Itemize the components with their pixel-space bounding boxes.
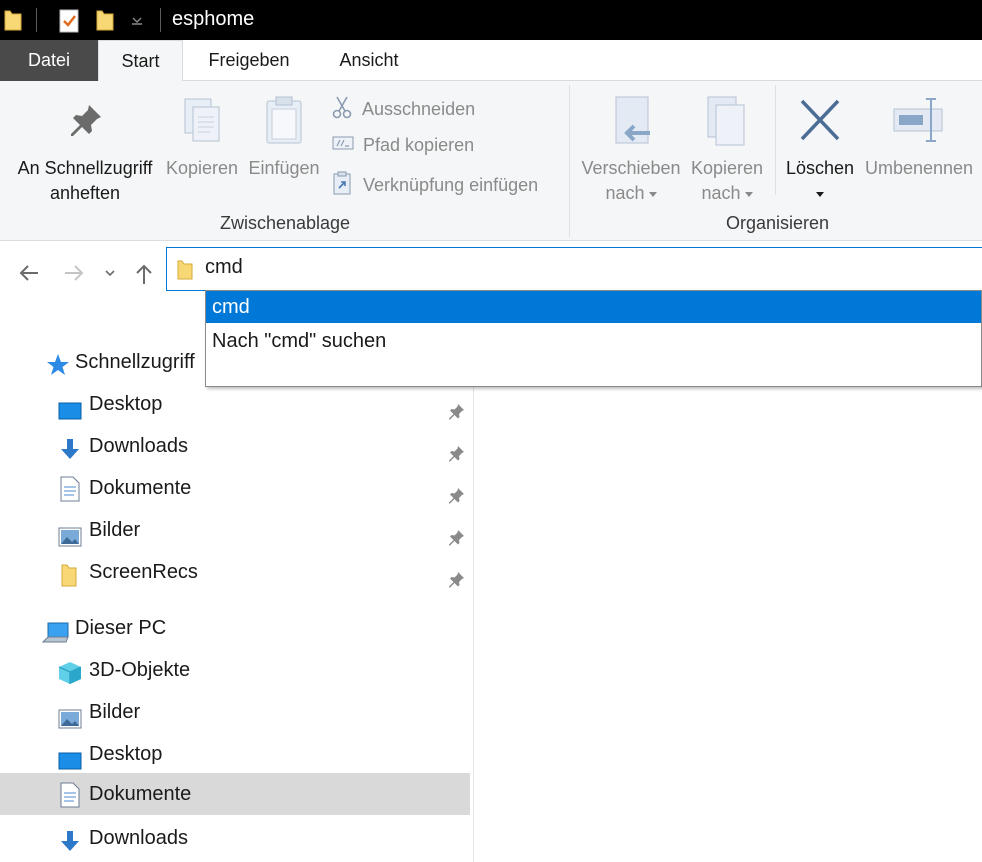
copy-path-button[interactable]: Pfad kopieren — [332, 133, 474, 158]
suggestion-item[interactable]: cmd — [206, 291, 981, 323]
pin-icon[interactable] — [446, 563, 466, 605]
tab-freigeben[interactable]: Freigeben — [183, 40, 315, 81]
pin-to-quick-access-button[interactable]: An Schnellzugriff anheften — [10, 101, 160, 206]
cut-label: Ausschneiden — [362, 98, 476, 119]
chevron-down-icon — [744, 191, 753, 197]
properties-icon[interactable] — [58, 9, 80, 38]
delete-x-icon — [780, 95, 860, 156]
address-suggestions-dropdown: cmd Nach "cmd" suchen — [205, 290, 982, 387]
pin-label-line2: anheften — [49, 183, 121, 203]
paste-shortcut-icon — [332, 171, 358, 201]
tree-item-label: Bilder — [89, 701, 141, 723]
recent-locations-chevron-icon[interactable] — [104, 262, 116, 291]
folder-icon — [61, 560, 77, 602]
tree-item-screenrecs[interactable]: ScreenRecs — [0, 551, 474, 593]
paste-button[interactable]: Einfügen — [244, 95, 324, 181]
ribbon-tabs: Datei Start Freigeben Ansicht — [0, 40, 982, 82]
paste-shortcut-label: Verknüpfung einfügen — [363, 174, 539, 195]
tree-item-label: Downloads — [89, 827, 188, 849]
tree-item-label: Dieser PC — [75, 617, 167, 639]
paste-label: Einfügen — [248, 158, 320, 178]
folder-icon — [4, 9, 22, 36]
tree-item-3d-objects[interactable]: 3D-Objekte — [0, 649, 474, 691]
window-title: esphome — [172, 8, 255, 30]
group-separator — [569, 85, 570, 237]
copy-icon — [160, 95, 244, 156]
tree-item-documents-pc[interactable]: Dokumente — [0, 773, 470, 815]
copy-label: Kopieren — [165, 158, 239, 178]
clipboard-icon — [244, 95, 324, 156]
copy-to-label-line2: nach — [701, 183, 741, 203]
move-to-icon — [576, 95, 686, 156]
copy-path-icon — [332, 134, 358, 158]
clipboard-group-label: Zwischenablage — [219, 213, 351, 233]
back-arrow-icon[interactable] — [18, 262, 40, 291]
tree-item-label: Downloads — [89, 435, 188, 457]
tree-item-desktop[interactable]: Desktop — [0, 383, 474, 425]
new-folder-icon[interactable] — [96, 9, 114, 36]
cut-button[interactable]: Ausschneiden — [332, 95, 475, 125]
chevron-down-icon — [816, 191, 824, 197]
title-bar: esphome — [0, 0, 982, 40]
quick-access-toolbar-chevron-icon[interactable] — [130, 14, 144, 33]
tab-datei[interactable]: Datei — [0, 40, 98, 81]
tree-item-this-pc[interactable]: Dieser PC — [0, 607, 474, 649]
tree-item-downloads-pc[interactable]: Downloads — [0, 817, 474, 859]
copy-to-icon — [686, 95, 768, 156]
forward-arrow-icon[interactable] — [63, 262, 85, 291]
move-to-label-line2: nach — [605, 183, 645, 203]
tree-item-label: Schnellzugriff — [75, 351, 195, 373]
tree-item-pictures[interactable]: Bilder — [0, 509, 474, 551]
tab-start[interactable]: Start — [98, 40, 183, 82]
copy-to-button[interactable]: Kopieren nach — [686, 95, 768, 206]
tree-item-label: Bilder — [89, 519, 141, 541]
tab-ansicht[interactable]: Ansicht — [315, 40, 423, 81]
navigation-pane: Schnellzugriff Desktop Downloads Dokumen… — [0, 312, 474, 862]
group-separator — [775, 85, 776, 195]
delete-label: Löschen — [785, 158, 855, 178]
paste-shortcut-button[interactable]: Verknüpfung einfügen — [332, 171, 538, 201]
tree-item-label: Desktop — [89, 743, 163, 765]
organize-group-label: Organisieren — [725, 213, 830, 233]
copy-path-label: Pfad kopieren — [363, 135, 475, 155]
tree-item-documents[interactable]: Dokumente — [0, 467, 474, 509]
copy-button[interactable]: Kopieren — [160, 95, 244, 181]
move-to-button[interactable]: Verschieben nach — [576, 95, 686, 206]
tree-item-label: Dokumente — [89, 783, 192, 805]
rename-label: Umbenennen — [864, 158, 974, 178]
address-input[interactable] — [205, 256, 905, 279]
folder-icon — [177, 260, 193, 285]
ribbon: An Schnellzugriff anheften Kopieren Einf… — [0, 81, 982, 241]
tree-item-label: 3D-Objekte — [89, 659, 191, 681]
address-bar[interactable] — [166, 247, 982, 291]
move-to-label-line1: Verschieben — [581, 158, 681, 178]
tree-item-label: Desktop — [89, 393, 163, 415]
tree-item-desktop-pc[interactable]: Desktop — [0, 733, 474, 775]
copy-to-label-line1: Kopieren — [690, 158, 764, 178]
rename-icon — [860, 95, 978, 156]
delete-button[interactable]: Löschen — [780, 95, 860, 206]
tree-item-downloads[interactable]: Downloads — [0, 425, 474, 467]
file-list-pane[interactable] — [475, 312, 982, 862]
rename-button[interactable]: Umbenennen — [860, 95, 978, 181]
suggestion-item[interactable]: Nach "cmd" suchen — [206, 325, 981, 357]
pin-icon — [10, 101, 160, 156]
tree-item-pictures-pc[interactable]: Bilder — [0, 691, 474, 733]
pin-label-line1: An Schnellzugriff — [17, 158, 153, 178]
download-arrow-icon — [58, 826, 82, 862]
up-arrow-icon[interactable] — [134, 262, 154, 293]
scissors-icon — [332, 95, 358, 125]
tree-item-label: ScreenRecs — [89, 561, 198, 583]
chevron-down-icon — [648, 191, 657, 197]
tree-item-label: Dokumente — [89, 477, 192, 499]
